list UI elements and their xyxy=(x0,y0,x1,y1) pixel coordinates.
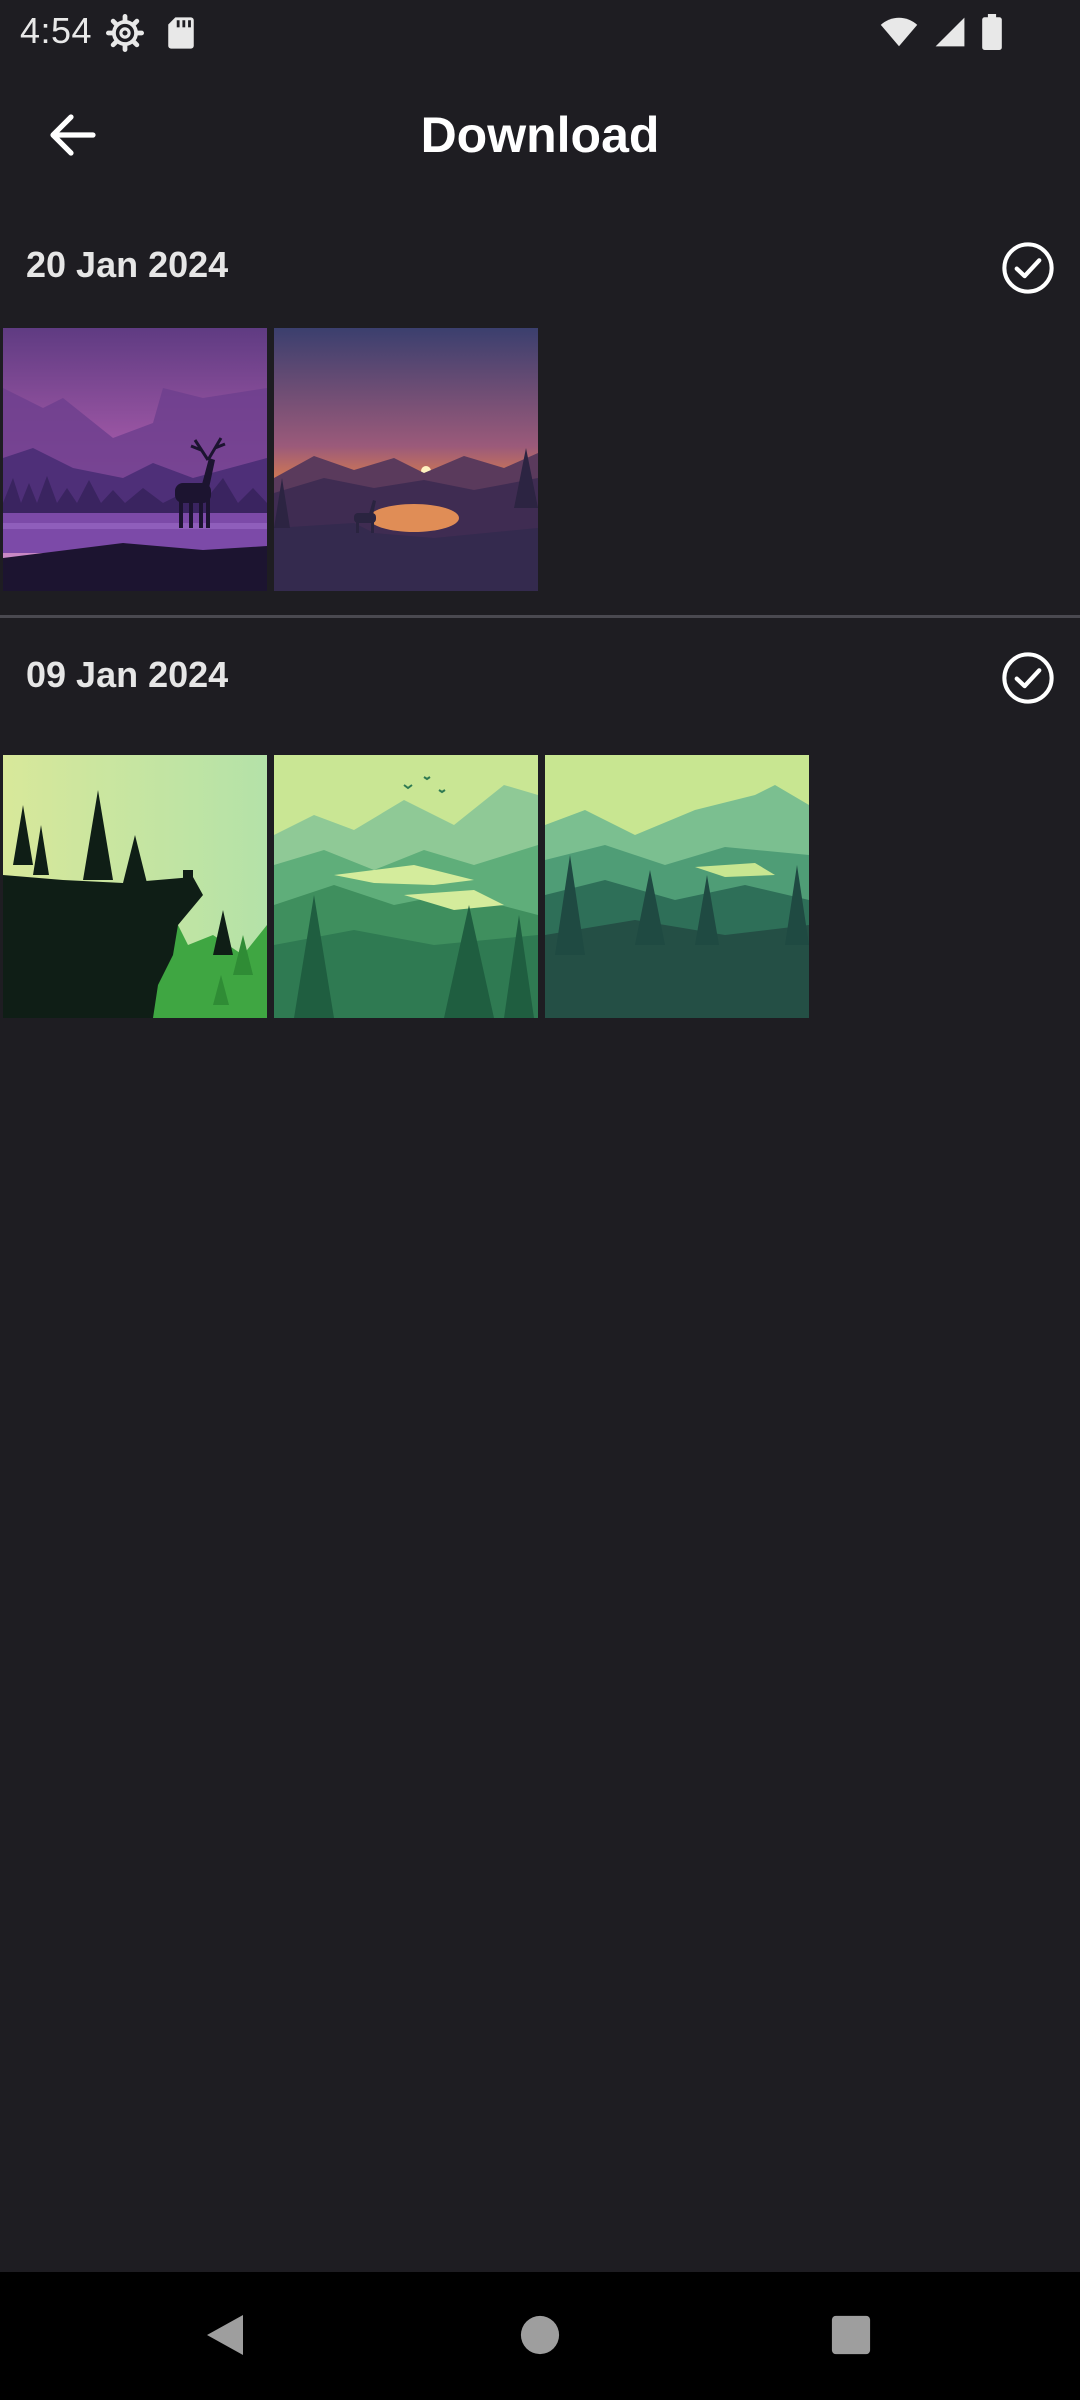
sunset-lake-deer-image xyxy=(274,328,538,591)
select-group-button[interactable] xyxy=(998,650,1058,710)
system-navigation-bar xyxy=(0,2272,1080,2400)
page-title: Download xyxy=(420,107,660,163)
cell-signal-icon xyxy=(934,15,966,54)
wallpaper-thumbnail[interactable] xyxy=(3,755,267,1018)
wallpaper-thumbnail[interactable] xyxy=(545,755,809,1018)
select-group-button[interactable] xyxy=(998,240,1058,300)
check-circle-icon xyxy=(1001,651,1055,710)
system-home-button[interactable] xyxy=(505,2302,575,2372)
settings-gear-icon xyxy=(106,14,144,57)
wallpaper-thumbnail[interactable] xyxy=(274,755,538,1018)
section-divider xyxy=(0,615,1080,618)
sd-card-icon xyxy=(166,16,196,55)
status-bar: 4:54 xyxy=(0,0,1080,64)
group-date: 09 Jan 2024 xyxy=(26,654,229,695)
back-triangle-icon xyxy=(203,2311,247,2364)
group-date: 20 Jan 2024 xyxy=(26,244,229,285)
app-bar: Download xyxy=(0,64,1080,210)
group-header: 20 Jan 2024 xyxy=(0,210,1080,328)
wallpaper-thumbnail[interactable] xyxy=(274,328,538,591)
system-recents-button[interactable] xyxy=(816,2302,886,2372)
green-mountain-forest-image xyxy=(545,755,809,1018)
wifi-icon xyxy=(880,15,918,54)
download-group-09-jan-2024: 09 Jan 2024 xyxy=(0,620,1080,1030)
status-time: 4:54 xyxy=(20,10,93,51)
wallpaper-thumbnail[interactable] xyxy=(3,328,267,591)
check-circle-icon xyxy=(1001,241,1055,300)
green-forest-river-image xyxy=(274,755,538,1018)
download-group-20-jan-2024: 20 Jan 2024 xyxy=(0,210,1080,616)
group-header: 09 Jan 2024 xyxy=(0,620,1080,738)
green-cliff-trees-image xyxy=(3,755,267,1018)
system-back-button[interactable] xyxy=(190,2302,260,2372)
purple-deer-landscape-image xyxy=(3,328,267,591)
recents-square-icon xyxy=(830,2314,872,2361)
battery-icon xyxy=(982,14,1002,55)
home-circle-icon xyxy=(519,2314,561,2361)
